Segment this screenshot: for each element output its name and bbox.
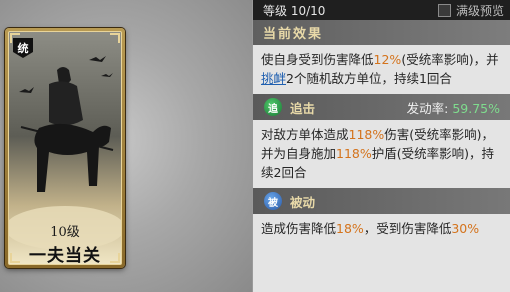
passive-bar: 被 被动 [253, 188, 510, 214]
damage-percent: 118% [348, 127, 385, 142]
level-text: 等级 10/10 [263, 3, 326, 18]
pursuit-label: 追击 [290, 100, 316, 116]
card-level: 10级 [50, 225, 80, 240]
max-level-preview-toggle[interactable]: 满级预览 [437, 2, 504, 19]
passive-icon: 被 [264, 192, 282, 210]
preview-checkbox[interactable] [437, 3, 451, 17]
skill-card[interactable]: 统 10级 一夫当关 [5, 28, 125, 268]
pursuit-text: 对敌方单体造成118%伤害(受统率影响)，并为自身施加118%护盾(受统率影响)… [261, 127, 495, 180]
current-effect-text: 使自身受到伤害降低12%(受统率影响)，并挑衅2个随机敌方单位，持续1回合 [261, 52, 499, 86]
pursuit-bar: 追 追击 发动率: 59.75% [253, 94, 510, 120]
effect-percent: 12% [373, 52, 402, 67]
trigger-rate-value: 59.75% [452, 100, 500, 116]
taunt-link[interactable]: 挑衅 [261, 71, 286, 86]
trigger-rate: 发动率: 59.75% [406, 100, 500, 116]
level-header: 等级 10/10 满级预览 [253, 0, 510, 20]
current-effect-title: 当前效果 [253, 20, 510, 45]
damage-taken-percent: 30% [451, 221, 480, 236]
corner-ornament [110, 33, 120, 43]
shield-percent: 118% [336, 146, 372, 161]
pursuit-icon: 追 [264, 98, 282, 116]
card-skill-name: 一夫当关 [29, 246, 101, 265]
passive-text: 造成伤害降低18%，受到伤害降低30% [261, 221, 480, 236]
card-frame: 统 10级 一夫当关 [8, 31, 122, 265]
passive-label: 被动 [290, 194, 316, 210]
preview-label: 满级预览 [455, 3, 504, 18]
skill-info-panel: 当前效果 使自身受到伤害降低12%(受统率影响)，并挑衅2个随机敌方单位，持续1… [253, 20, 510, 292]
damage-dealt-percent: 18% [336, 221, 364, 236]
